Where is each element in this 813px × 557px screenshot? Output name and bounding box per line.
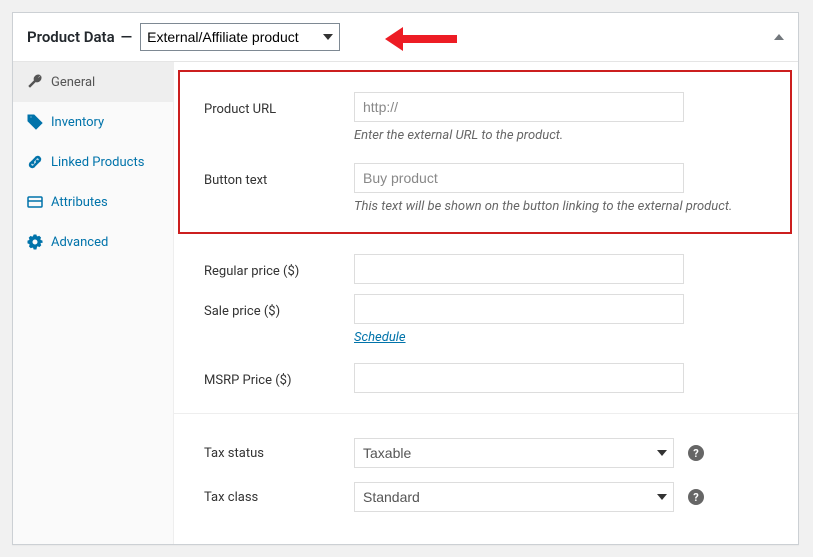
schedule-link[interactable]: Schedule bbox=[354, 330, 406, 345]
tax-block: Tax status Taxable ? Tax class Standard … bbox=[174, 414, 798, 528]
pricing-block: Regular price ($) Sale price ($) Schedul… bbox=[174, 234, 798, 414]
button-text-label: Button text bbox=[204, 169, 354, 188]
link-icon bbox=[27, 154, 43, 170]
highlighted-section: Product URL Enter the external URL to th… bbox=[178, 70, 792, 234]
product-url-helper: Enter the external URL to the product. bbox=[354, 128, 563, 143]
product-url-input[interactable] bbox=[354, 92, 684, 122]
sidebar-item-linked-products[interactable]: Linked Products bbox=[13, 142, 173, 182]
tag-icon bbox=[27, 114, 43, 130]
tax-status-label: Tax status bbox=[204, 446, 354, 461]
msrp-price-label: MSRP Price ($) bbox=[204, 369, 354, 388]
button-text-helper: This text will be shown on the button li… bbox=[354, 199, 732, 214]
product-type-select[interactable]: External/Affiliate product bbox=[140, 23, 340, 51]
regular-price-label: Regular price ($) bbox=[204, 260, 354, 279]
card-icon bbox=[27, 194, 43, 210]
sidebar-item-label: Advanced bbox=[51, 235, 108, 250]
sidebar-item-advanced[interactable]: Advanced bbox=[13, 222, 173, 262]
regular-price-input[interactable] bbox=[354, 254, 684, 284]
tax-status-select[interactable]: Taxable bbox=[354, 438, 674, 468]
sidebar-item-general[interactable]: General bbox=[13, 62, 173, 102]
panel-title: Product Data bbox=[27, 28, 115, 46]
help-icon[interactable]: ? bbox=[688, 489, 704, 505]
msrp-price-input[interactable] bbox=[354, 363, 684, 393]
content-area: Product URL Enter the external URL to th… bbox=[174, 62, 798, 544]
sidebar: General Inventory Linked Products Attrib… bbox=[13, 62, 174, 544]
panel-dash: — bbox=[121, 28, 133, 46]
sale-price-input[interactable] bbox=[354, 294, 684, 324]
panel-body: General Inventory Linked Products Attrib… bbox=[13, 62, 798, 544]
sidebar-item-inventory[interactable]: Inventory bbox=[13, 102, 173, 142]
sidebar-item-label: Attributes bbox=[51, 195, 108, 210]
sidebar-item-attributes[interactable]: Attributes bbox=[13, 182, 173, 222]
sidebar-item-label: Linked Products bbox=[51, 155, 144, 170]
gear-icon bbox=[27, 234, 43, 250]
product-data-panel: Product Data — External/Affiliate produc… bbox=[12, 12, 799, 545]
help-icon[interactable]: ? bbox=[688, 445, 704, 461]
product-url-label: Product URL bbox=[204, 98, 354, 117]
tax-class-select[interactable]: Standard bbox=[354, 482, 674, 512]
panel-header: Product Data — External/Affiliate produc… bbox=[13, 13, 798, 62]
sidebar-item-label: Inventory bbox=[51, 115, 104, 130]
collapse-toggle-icon[interactable] bbox=[774, 34, 784, 40]
wrench-icon bbox=[27, 74, 43, 90]
sale-price-label: Sale price ($) bbox=[204, 300, 354, 319]
callout-arrow bbox=[385, 27, 457, 51]
tax-class-label: Tax class bbox=[204, 490, 354, 505]
button-text-input[interactable] bbox=[354, 163, 684, 193]
sidebar-item-label: General bbox=[51, 75, 95, 90]
